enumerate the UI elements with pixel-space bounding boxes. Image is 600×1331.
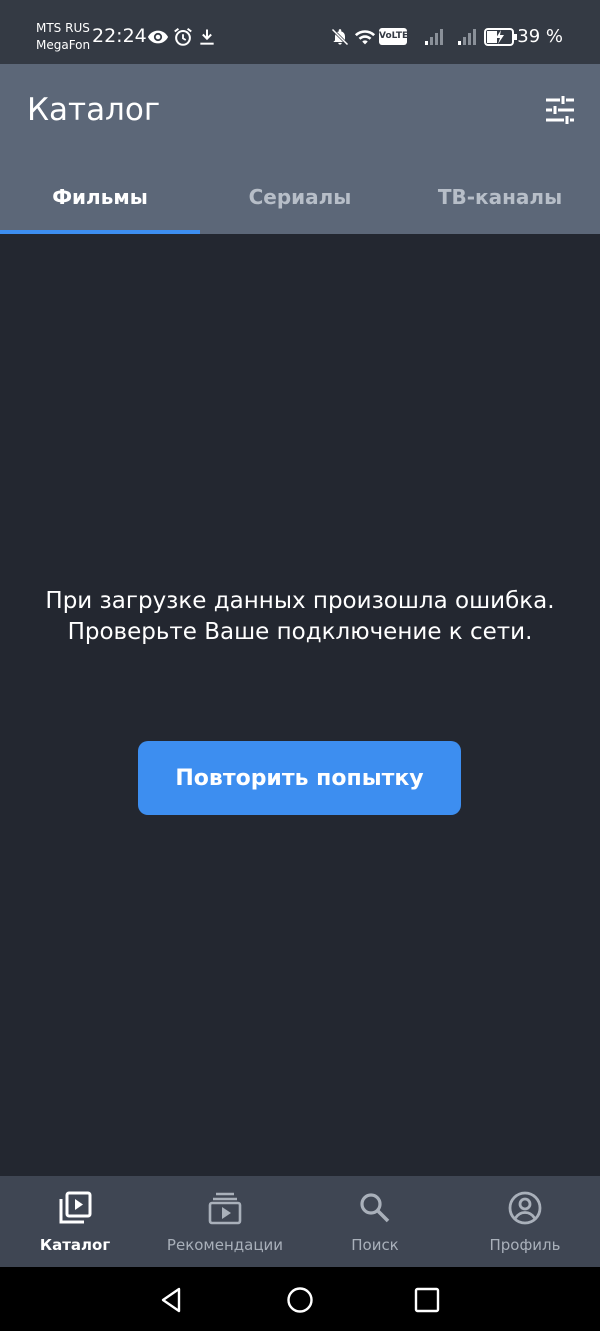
nav-item-profile[interactable]: Профиль — [450, 1176, 600, 1267]
alarm-icon — [174, 27, 192, 46]
error-message-line-1: При загрузке данных произошла ошибка. — [45, 588, 555, 614]
status-bar: MTS RUS MegaFon 22:24 VoLTE 39 % — [0, 0, 600, 64]
subscriptions-icon — [208, 1192, 242, 1225]
page-title: Каталог — [27, 92, 161, 128]
nav-item-recommendations[interactable]: Рекомендации — [150, 1176, 300, 1267]
nav-item-search[interactable]: Поиск — [300, 1176, 450, 1267]
nav-label-recommendations: Рекомендации — [166, 1236, 284, 1254]
tab-movies[interactable]: Фильмы — [0, 160, 200, 234]
signal-strength-icon-2 — [458, 29, 476, 45]
status-time: 22:24 — [92, 25, 147, 47]
back-triangle-icon[interactable] — [157, 1285, 187, 1315]
carrier-1: MTS RUS — [36, 21, 90, 35]
content-area: При загрузке данных произошла ошибка. Пр… — [0, 234, 600, 1176]
nav-label-profile: Профиль — [489, 1236, 561, 1254]
download-icon — [200, 29, 214, 45]
carrier-2: MegaFon — [36, 38, 91, 52]
home-circle-icon[interactable] — [285, 1285, 315, 1315]
video-library-icon — [59, 1191, 92, 1224]
nav-label-search: Поиск — [351, 1236, 399, 1254]
recent-apps-square-icon[interactable] — [412, 1285, 442, 1315]
error-message-line-2: Проверьте Ваше подключение к сети. — [67, 619, 533, 645]
carrier-names: MTS RUS MegaFon — [36, 20, 90, 54]
retry-button[interactable]: Повторить попытку — [138, 741, 461, 815]
nav-label-catalog: Каталог — [39, 1236, 111, 1254]
volte-badge: VoLTE — [379, 28, 408, 45]
eye-icon — [147, 30, 169, 44]
battery-charging-icon — [484, 28, 517, 46]
nav-item-catalog[interactable]: Каталог — [0, 1176, 150, 1267]
tab-bar: Фильмы Сериалы ТВ-каналы — [0, 160, 600, 234]
bottom-navigation: Каталог Рекомендации Поиск Профиль — [0, 1176, 600, 1267]
signal-strength-icon — [425, 29, 443, 45]
bell-off-icon — [331, 28, 349, 46]
system-navigation-bar — [0, 1267, 600, 1331]
app-bar: Каталог Фильмы Сериалы ТВ-каналы — [0, 64, 600, 234]
tab-series[interactable]: Сериалы — [200, 160, 400, 234]
battery-percent: 39 % — [517, 26, 563, 47]
tab-tv-channels[interactable]: ТВ-каналы — [400, 160, 600, 234]
wifi-icon — [354, 30, 376, 45]
account-circle-icon — [508, 1191, 542, 1225]
error-message: При загрузке данных произошла ошибка. Пр… — [0, 586, 600, 648]
tune-icon[interactable] — [540, 90, 580, 130]
search-icon — [360, 1193, 390, 1223]
